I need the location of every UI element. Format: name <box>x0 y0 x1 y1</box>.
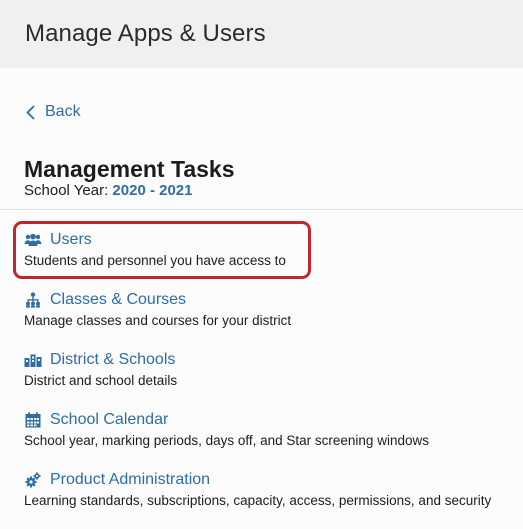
school-calendar-label: School Calendar <box>50 411 169 428</box>
chevron-left-icon <box>26 104 35 120</box>
product-administration-description: Learning standards, subscriptions, capac… <box>24 493 492 508</box>
school-calendar-description: School year, marking periods, days off, … <box>24 433 429 448</box>
school-year: School Year: 2020 - 2021 <box>24 182 193 199</box>
product-administration-link[interactable]: Product Administration <box>24 470 514 490</box>
top-header: Manage Apps & Users <box>0 0 523 68</box>
task-classes-courses: Classes & Courses Manage classes and cou… <box>24 290 514 328</box>
school-year-label: School Year: <box>24 182 109 199</box>
divider <box>0 209 523 210</box>
task-district-schools: District & Schools District and school d… <box>24 350 514 388</box>
highlight-box <box>13 221 311 279</box>
task-school-calendar: School Calendar School year, marking per… <box>24 410 514 448</box>
back-label: Back <box>45 103 81 120</box>
classes-courses-description: Manage classes and courses for your dist… <box>24 313 292 328</box>
gears-icon <box>24 472 42 488</box>
product-administration-label: Product Administration <box>50 471 211 488</box>
district-schools-label: District & Schools <box>50 351 176 368</box>
school-year-value: 2020 - 2021 <box>112 182 193 199</box>
classes-courses-label: Classes & Courses <box>50 291 187 308</box>
calendar-icon <box>24 412 42 428</box>
main-content: Back Management Tasks School Year: 2020 … <box>0 68 523 529</box>
classes-courses-link[interactable]: Classes & Courses <box>24 290 514 310</box>
hierarchy-icon <box>24 292 42 308</box>
district-schools-link[interactable]: District & Schools <box>24 350 514 370</box>
school-calendar-link[interactable]: School Calendar <box>24 410 514 430</box>
page-title: Manage Apps & Users <box>25 20 266 47</box>
task-product-administration: Product Administration Learning standard… <box>24 470 514 508</box>
buildings-icon <box>24 352 42 368</box>
district-schools-description: District and school details <box>24 373 178 388</box>
section-title: Management Tasks <box>24 156 235 182</box>
back-link[interactable]: Back <box>26 103 81 121</box>
